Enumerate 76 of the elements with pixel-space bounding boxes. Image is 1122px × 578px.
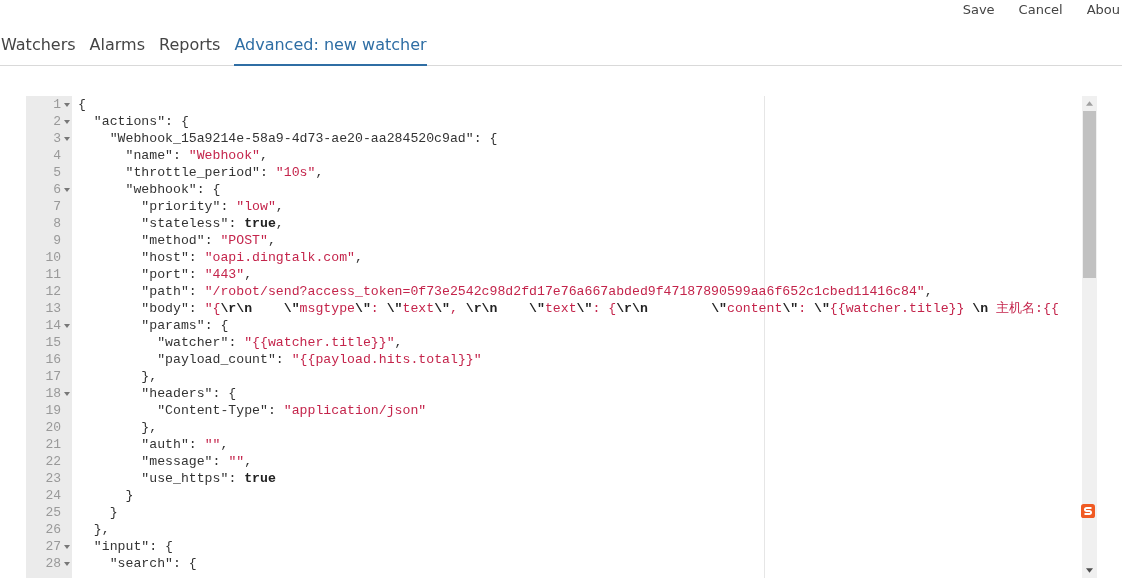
- fold-toggle-icon[interactable]: [63, 561, 70, 566]
- scrollbar[interactable]: [1082, 96, 1097, 578]
- code-line: "payload_count": "{{payload.hits.total}}": [156, 352, 482, 367]
- scroll-up-icon[interactable]: [1086, 101, 1093, 106]
- line-number: 7: [53, 198, 61, 215]
- fold-toggle-icon[interactable]: [63, 391, 70, 396]
- line-number: 17: [45, 368, 61, 385]
- code-line: "auth": "",: [140, 437, 229, 452]
- line-number: 19: [45, 402, 61, 419]
- code-line: "use_https": true: [140, 471, 276, 486]
- tab[interactable]: Alarms: [89, 35, 145, 66]
- tab[interactable]: Watchers: [1, 35, 76, 66]
- line-number: 5: [53, 164, 61, 181]
- line-number: 8: [53, 215, 61, 232]
- line-number: 13: [45, 300, 61, 317]
- code-line: "actions": {: [92, 114, 189, 129]
- fold-toggle-icon[interactable]: [63, 119, 70, 124]
- line-number: 1: [53, 96, 61, 113]
- code-line: "params": {: [140, 318, 229, 333]
- code-line: "port": "443",: [140, 267, 253, 282]
- line-number: 21: [45, 436, 61, 453]
- code-line: "host": "oapi.dingtalk.com",: [140, 250, 363, 265]
- line-number: 24: [45, 487, 61, 504]
- code-line: },: [140, 420, 158, 435]
- code-line: "method": "POST",: [140, 233, 276, 248]
- line-number: 27: [45, 538, 61, 555]
- code-line: "body": "{\r\n \"msgtype\": \"text\", \r\n \"text\": {\r\n \"content\": \"{{watcher.title}} \n 主机名:{{: [140, 301, 1059, 316]
- line-number: 10: [45, 249, 61, 266]
- line-number: 25: [45, 504, 61, 521]
- code-line: },: [92, 522, 110, 537]
- line-number: 28: [45, 555, 61, 572]
- code-line: "path": "/robot/send?access_token=0f73e2542c98d2fd17e76a667abded9f47187890599aa6f652c1cbed11416c84",: [140, 284, 933, 299]
- line-number: 6: [53, 181, 61, 198]
- code-line: }: [108, 505, 118, 520]
- input-method-icon[interactable]: [1081, 504, 1095, 518]
- line-number: 18: [45, 385, 61, 402]
- scroll-down-icon[interactable]: [1086, 568, 1093, 573]
- code-line: "webhook": {: [124, 182, 221, 197]
- code-line: "input": {: [92, 539, 173, 554]
- fold-toggle-icon[interactable]: [63, 544, 70, 549]
- tab[interactable]: Advanced: new watcher: [234, 35, 427, 66]
- code-line: "Webhook_15a9214e-58a9-4d73-ae20-aa284520c9ad": {: [108, 131, 498, 146]
- fold-toggle-icon[interactable]: [63, 136, 70, 141]
- line-number: 14: [45, 317, 61, 334]
- fold-toggle-icon[interactable]: [63, 102, 70, 107]
- fold-toggle-icon[interactable]: [63, 187, 70, 192]
- code-line: "search": {: [108, 556, 197, 571]
- code-line: "name": "Webhook",: [124, 148, 268, 163]
- code-line: "priority": "low",: [140, 199, 284, 214]
- fold-toggle-icon[interactable]: [63, 323, 70, 328]
- line-number: 16: [45, 351, 61, 368]
- scrollbar-thumb[interactable]: [1083, 111, 1096, 278]
- code-line: "Content-Type": "application/json": [156, 403, 427, 418]
- line-number: 23: [45, 470, 61, 487]
- code-line: },: [140, 369, 158, 384]
- line-number: 22: [45, 453, 61, 470]
- header-link[interactable]: Cancel: [1018, 1, 1063, 21]
- header-link[interactable]: Abou: [1086, 1, 1120, 21]
- line-number: 3: [53, 130, 61, 147]
- code-line: "headers": {: [140, 386, 237, 401]
- line-number: 15: [45, 334, 61, 351]
- code-line: "stateless": true,: [140, 216, 284, 231]
- line-number: 20: [45, 419, 61, 436]
- code-line: "message": "",: [140, 454, 253, 469]
- line-number: 26: [45, 521, 61, 538]
- line-number: 4: [53, 147, 61, 164]
- header-link[interactable]: Save: [962, 1, 995, 21]
- code-line: {: [78, 97, 86, 112]
- line-number: 2: [53, 113, 61, 130]
- line-number: 9: [53, 232, 61, 249]
- code-line: "throttle_period": "10s",: [124, 165, 324, 180]
- line-number: 12: [45, 283, 61, 300]
- tab[interactable]: Reports: [159, 35, 221, 66]
- line-number: 11: [45, 266, 61, 283]
- code-line: "watcher": "{{watcher.title}}",: [156, 335, 403, 350]
- code-line: }: [124, 488, 134, 503]
